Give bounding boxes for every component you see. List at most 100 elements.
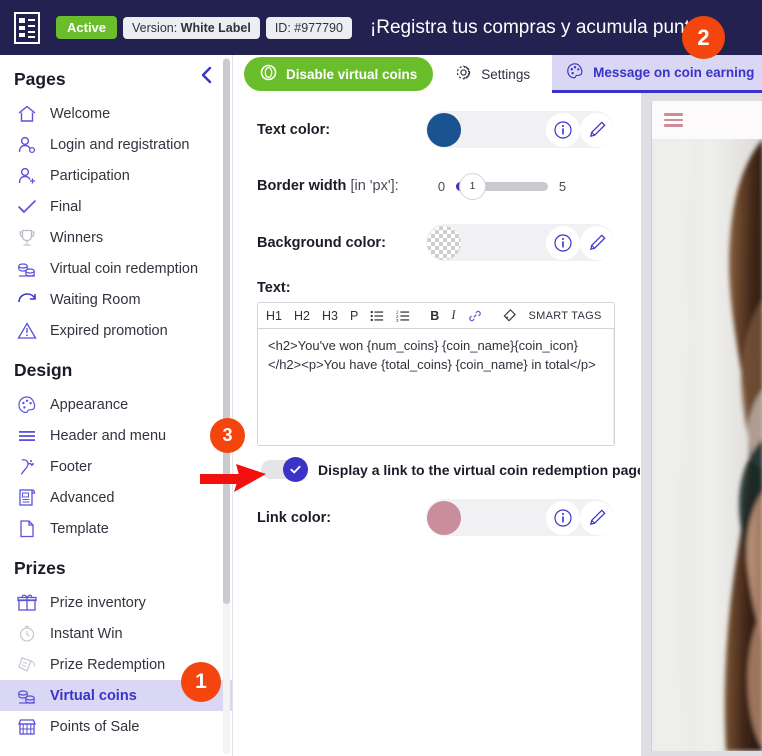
background-color-edit-button[interactable] [580,225,614,260]
display-link-toggle-label: Display a link to the virtual coin redem… [318,461,640,478]
link-icon[interactable] [462,304,488,328]
sidebar-item-header-and-menu[interactable]: Header and menu [0,420,232,451]
home-icon [16,103,38,125]
tab-disable-virtual-coins[interactable]: Disable virtual coins [244,57,434,91]
sidebar-item-login-and-registration[interactable]: Login and registration [0,129,232,160]
text-color-control[interactable] [426,111,614,148]
tab-message-on-coin-earning[interactable]: Message on coin earning [552,55,762,93]
sidebar-item-label: Prize Redemption [50,656,166,673]
numbered-list-icon[interactable]: 123 [390,304,416,328]
text-color-swatch[interactable] [427,112,461,147]
annotation-marker-3: 3 [210,418,245,453]
tab-disable-virtual-coins-label: Disable virtual coins [286,66,418,82]
sidebar-item-virtual-coin-redemption[interactable]: Virtual coin redemption [0,253,232,284]
slider-min-label: 0 [437,178,446,194]
version-prefix: Version: [132,20,181,35]
sidebar-item-label: Points of Sale [50,718,140,735]
display-link-toggle-row: Display a link to the virtual coin redem… [261,457,640,482]
link-color-swatch[interactable] [427,500,461,535]
sidebar-item-label: Advanced [50,489,115,506]
background-color-info-button[interactable] [546,225,580,260]
border-width-row: Border width [in 'px']: 0 1 5 [257,171,640,201]
editor-content[interactable]: <h2>You've won {num_coins} {coin_name}{c… [258,329,614,445]
sidebar-scrollbar[interactable] [223,57,230,754]
link-color-label: Link color: [257,509,332,526]
sidebar-item-label: Template [50,520,109,537]
sidebar-item-advanced[interactable]: Advanced [0,482,232,513]
sidebar-item-waiting-room[interactable]: Waiting Room [0,284,232,315]
sidebar-item-final[interactable]: Final [0,191,232,222]
question-icon[interactable]: ? [608,304,614,328]
tab-settings-label: Settings [481,66,531,82]
sidebar-item-winners[interactable]: Winners [0,222,232,253]
border-width-slider[interactable]: 0 1 5 [436,172,568,200]
sidebar-section-title: Prizes [14,558,66,578]
sidebar-item-label: Instant Win [50,625,123,642]
text-color-info-button[interactable] [546,112,580,147]
user-login-icon [16,134,38,156]
palette-icon [566,62,584,83]
background-color-control[interactable] [426,224,614,261]
sidebar-section-title: Design [14,360,73,380]
toolbar-h2-button[interactable]: H2 [288,304,316,328]
sidebar-item-footer[interactable]: Footer [0,451,232,482]
link-color-control[interactable] [426,499,614,536]
slider-track[interactable]: 1 [456,172,548,200]
sidebar-item-prize-inventory[interactable]: Prize inventory [0,587,232,618]
bullet-list-icon[interactable] [364,304,390,328]
app-root: Active Version: White Label ID: #977790 … [0,0,762,756]
coin-toggle-icon [260,64,277,84]
sidebar-scrollbar-thumb[interactable] [223,59,230,604]
link-color-info-button[interactable] [546,500,580,535]
footer-icon [16,456,38,478]
page-icon [16,518,38,540]
hamburger-icon[interactable] [664,110,683,130]
waiting-icon [16,289,38,311]
preview-photo [652,139,762,751]
promotion-id-chip: ID: #977790 [265,16,352,39]
background-color-row: Background color: [257,224,640,261]
toolbar-p-button[interactable]: P [344,304,364,328]
toolbar-h3-button[interactable]: H3 [316,304,344,328]
status-badge: Active [56,16,118,39]
rich-text-editor[interactable]: H1 H2 H3 P 123 B I SMART TAGS <h2>You've… [257,302,615,446]
sidebar-item-label: Waiting Room [50,291,141,308]
sidebar-item-welcome[interactable]: Welcome [0,98,232,129]
sidebar-item-template[interactable]: Template [0,513,232,544]
sidebar-section-title: Pages [14,69,66,89]
sidebar-item-label: Winners [50,229,104,246]
sidebar-item-label: Final [50,198,82,215]
toolbar-h1-button[interactable]: H1 [260,304,288,328]
tag-icon[interactable] [496,304,523,328]
palette-icon [16,394,38,416]
background-color-swatch[interactable] [427,225,461,260]
top-header-bar: Active Version: White Label ID: #977790 … [0,0,762,55]
sidebar-item-expired-promotion[interactable]: Expired promotion [0,315,232,346]
sidebar-item-label: Virtual coins [50,687,137,704]
border-width-label-unit: [in 'px']: [346,178,399,194]
sidebar-item-appearance[interactable]: Appearance [0,389,232,420]
sidebar-item-instant-win[interactable]: Instant Win [0,618,232,649]
sidebar-item-participation[interactable]: Participation [0,160,232,191]
slider-knob[interactable]: 1 [459,172,486,200]
sidebar-item-label: Header and menu [50,427,167,444]
smart-tags-label[interactable]: SMART TAGS [523,304,608,328]
scroll-icon [16,487,38,509]
link-color-edit-button[interactable] [580,500,614,535]
toolbar-bold-button[interactable]: B [424,304,445,328]
warning-icon [16,320,38,342]
tab-settings[interactable]: Settings [441,55,544,93]
store-icon [16,716,38,738]
receipt-icon[interactable] [12,11,42,45]
stopwatch-icon [16,623,38,645]
text-color-edit-button[interactable] [580,112,614,147]
text-editor-section: Text: H1 H2 H3 P 123 B I SMART TAGS <h2>… [257,280,640,446]
coins-icon [16,258,38,280]
border-width-label: Border width [in 'px']: [257,178,399,194]
chevron-left-icon[interactable] [195,61,218,93]
sidebar-item-label: Footer [50,458,92,475]
promotion-title: ¡Registra tus compras y acumula puntos! [369,16,716,38]
sidebar-item-points-of-sale[interactable]: Points of Sale [0,711,232,742]
toolbar-italic-button[interactable]: I [445,304,461,328]
version-chip: Version: White Label [123,16,260,39]
